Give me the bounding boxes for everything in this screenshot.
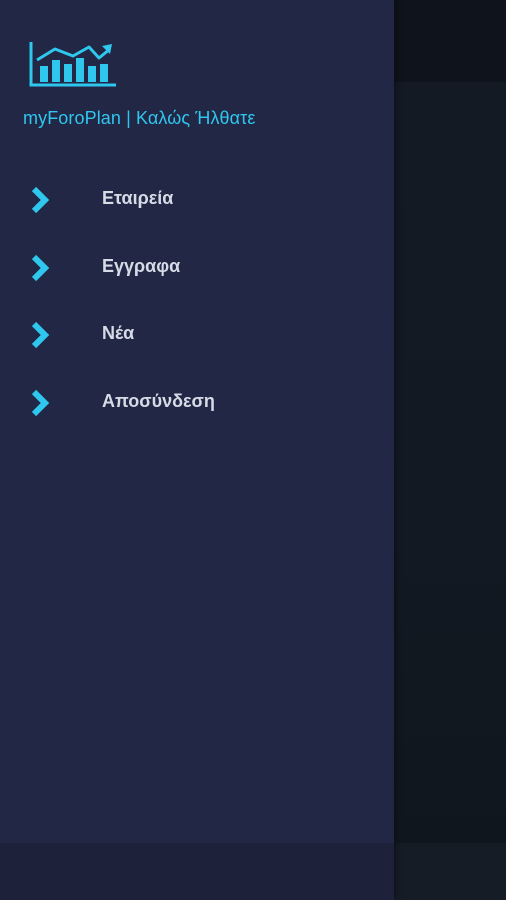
bar-chart-trend-icon — [28, 40, 118, 88]
menu-item-label: Εταιρεία — [102, 188, 174, 208]
chevron-right-icon — [30, 254, 52, 282]
menu-item-label: Εγγραφα — [102, 255, 181, 276]
navigation-drawer: myForoPlan | Καλώς Ήλθατε Εταιρεία Εγγρα… — [0, 0, 394, 900]
menu-item-company[interactable]: Εταιρεία — [0, 166, 394, 234]
chevron-right-icon — [30, 186, 52, 214]
menu-item-label: Νέα — [102, 323, 135, 343]
menu-item-news[interactable]: Νέα — [0, 301, 394, 369]
menu-item-label: Αποσύνδεση — [102, 390, 215, 411]
menu-item-documents[interactable]: Εγγραφα — [0, 234, 394, 302]
chevron-right-icon — [30, 321, 52, 349]
drawer-footer — [0, 843, 394, 900]
menu-item-logout[interactable]: Αποσύνδεση — [0, 369, 394, 437]
drawer-header-title: myForoPlan | Καλώς Ήλθατε — [23, 108, 256, 128]
drawer-menu: Εταιρεία Εγγραφα Νέα Αποσύνδεση — [0, 166, 394, 436]
chevron-right-icon — [30, 389, 52, 417]
